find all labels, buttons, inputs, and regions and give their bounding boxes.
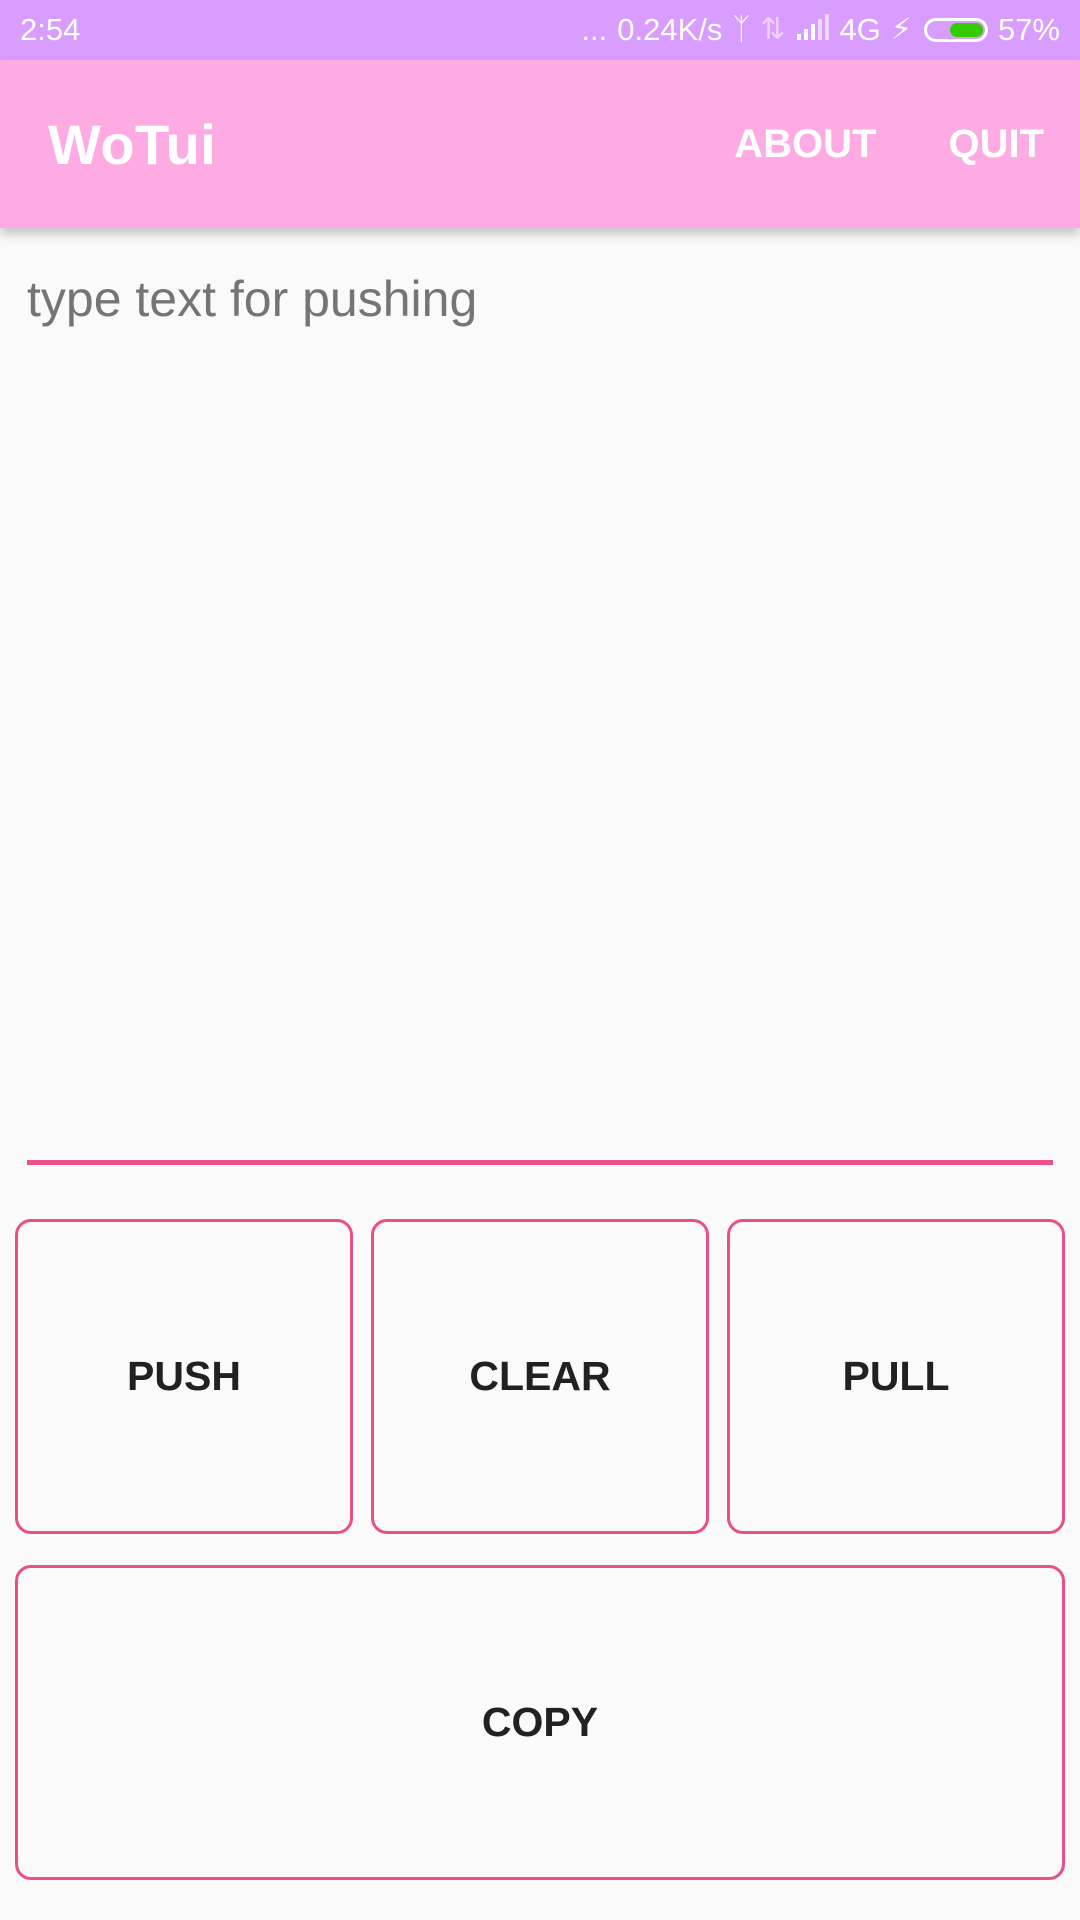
app-bar: WoTui ABOUT QUIT	[0, 60, 1080, 228]
push-text-input[interactable]	[27, 270, 1053, 1160]
status-indicators: ... 0.24K/s ᛉ ⇅ 4G ⚡ 57%	[581, 12, 1060, 48]
app-title: WoTui	[48, 112, 217, 176]
data-arrows-icon: ⇅	[760, 13, 786, 46]
network-speed: 0.24K/s	[617, 12, 723, 47]
status-bar: 2:54 ... 0.24K/s ᛉ ⇅ 4G ⚡ 57%	[0, 0, 1080, 60]
copy-button[interactable]: COPY	[15, 1565, 1065, 1880]
about-button[interactable]: ABOUT	[698, 60, 912, 228]
signal-icon	[796, 12, 830, 48]
input-underline	[27, 1160, 1053, 1165]
pull-button[interactable]: PULL	[727, 1219, 1065, 1534]
more-dots: ...	[581, 12, 608, 47]
battery-icon	[923, 18, 988, 42]
status-time: 2:54	[20, 12, 81, 47]
battery-percent: 57%	[997, 12, 1060, 47]
clear-button[interactable]: CLEAR	[371, 1219, 709, 1534]
network-type: 4G	[839, 12, 881, 47]
app-bar-actions: ABOUT QUIT	[698, 60, 1080, 228]
bluetooth-icon: ᛉ	[732, 13, 751, 46]
battery-level	[949, 23, 983, 37]
push-button[interactable]: PUSH	[15, 1219, 353, 1534]
charging-icon: ⚡	[890, 13, 912, 46]
quit-button[interactable]: QUIT	[912, 60, 1080, 228]
